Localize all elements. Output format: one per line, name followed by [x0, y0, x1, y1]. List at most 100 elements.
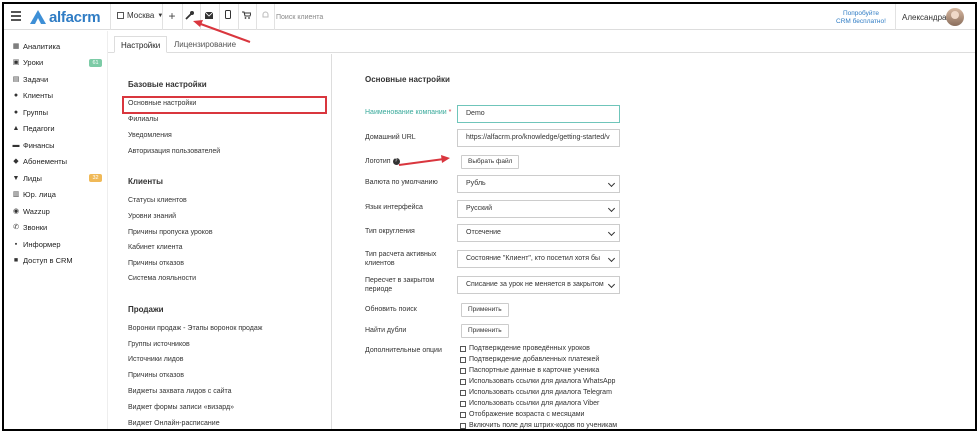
closed-period-select[interactable]: Списание за урок не меняется в закрытом	[457, 276, 620, 294]
plus-icon[interactable]: +	[166, 10, 178, 23]
cart-icon[interactable]	[240, 10, 252, 23]
phone-icon[interactable]	[222, 10, 234, 23]
option-checkbox[interactable]: Включить поле для штрих-кодов по ученика…	[460, 422, 617, 429]
option-checkbox[interactable]: Использовать ссылки для диалога Viber	[460, 400, 599, 407]
options-label: Дополнительные опции	[365, 347, 442, 354]
wrench-icon[interactable]	[184, 10, 196, 23]
menu-item[interactable]: Виджет Онлайн-расписание	[128, 420, 220, 427]
checkbox[interactable]	[460, 411, 466, 418]
sidebar-item[interactable]: ◉ Wazzup	[4, 203, 107, 220]
sidebar-item-label: Аналитика	[23, 41, 61, 51]
sidebar-item[interactable]: ▲ Педагоги	[4, 121, 107, 138]
calendar-icon: ▣	[12, 59, 20, 67]
menu-item[interactable]: Виджет формы записи «визард»	[128, 404, 234, 411]
rounding-select[interactable]: Отсечение	[457, 224, 620, 242]
option-label: Использовать ссылки для диалога Telegram	[469, 389, 612, 396]
checkbox[interactable]	[460, 400, 466, 407]
menu-burger-icon[interactable]	[11, 11, 21, 21]
menu-item[interactable]: Уведомления	[128, 132, 172, 139]
menu-item[interactable]: Кабинет клиента	[128, 244, 182, 251]
active-clients-select[interactable]: Состояние "Клиент", кто посетил хотя бы	[457, 250, 620, 268]
tag-icon: ◆	[13, 158, 19, 166]
trial-link[interactable]: Попробуйте CRM бесплатно!	[830, 10, 892, 25]
sidebar-item[interactable]: ■ Доступ в CRM	[4, 253, 107, 270]
sidebar-item[interactable]: ▦ Аналитика	[4, 38, 107, 55]
sidebar-item[interactable]: ● Группы	[4, 104, 107, 121]
menu-item[interactable]: Виджеты захвата лидов с сайта	[128, 388, 232, 395]
apply-search-button[interactable]: Применить	[461, 303, 509, 317]
section-title: Продажи	[128, 305, 164, 314]
sidebar-item[interactable]: ● Клиенты	[4, 88, 107, 105]
option-checkbox[interactable]: Паспортные данные в карточке ученика	[460, 367, 599, 374]
sidebar-item-label: Доступ в CRM	[23, 256, 73, 266]
sidebar-item[interactable]: ◆ Абонементы	[4, 154, 107, 171]
checkbox[interactable]	[460, 378, 466, 385]
checkbox[interactable]	[460, 356, 466, 363]
divider	[200, 4, 201, 30]
tab-settings[interactable]: Настройки	[114, 36, 168, 53]
tab-licensing[interactable]: Лицензирование	[168, 36, 242, 53]
search-input[interactable]: Поиск клиента	[276, 10, 496, 24]
checkbox[interactable]	[460, 422, 466, 429]
option-checkbox[interactable]: Использовать ссылки для диалога WhatsApp	[460, 378, 615, 385]
menu-item[interactable]: Авторизация пользователей	[128, 148, 220, 155]
sidebar-item-label: Уроки	[23, 58, 44, 68]
money-icon: ▬	[12, 141, 20, 149]
menu-item[interactable]: Воронки продаж - Этапы воронок продаж	[128, 325, 262, 332]
divider	[219, 4, 220, 30]
checkbox[interactable]	[460, 367, 466, 374]
find-duplicates-label: Найти дубли	[365, 327, 407, 334]
bell-icon[interactable]	[259, 10, 271, 23]
checkbox[interactable]	[460, 345, 466, 352]
sidebar-item[interactable]: ✆ Звонки	[4, 220, 107, 237]
divider	[895, 4, 896, 30]
menu-item[interactable]: Уровни знаний	[128, 213, 176, 220]
sidebar-item[interactable]: ▬ Финансы	[4, 137, 107, 154]
menu-item[interactable]: Статусы клиентов	[128, 197, 187, 204]
city-selector[interactable]: Москва ▼	[117, 11, 163, 20]
sidebar-item[interactable]: ▤ Задачи	[4, 71, 107, 88]
menu-item[interactable]: Причины пропуска уроков	[128, 229, 213, 236]
sidebar-item[interactable]: ▣ Уроки 61	[4, 55, 107, 72]
currency-select[interactable]: Рубль	[457, 175, 620, 193]
graduation-icon: ▲	[12, 125, 20, 133]
menu-item[interactable]: Основные настройки	[128, 100, 196, 107]
sidebar-item-label: Абонементы	[23, 157, 68, 167]
form-title: Основные настройки	[365, 75, 450, 84]
option-checkbox[interactable]: Использовать ссылки для диалога Telegram	[460, 389, 612, 396]
choose-file-button[interactable]: Выбрать файл	[461, 155, 520, 169]
sidebar-item[interactable]: ▥ Юр. лица	[4, 187, 107, 204]
menu-item[interactable]: Причины отказов	[128, 372, 184, 379]
menu-item[interactable]: Система лояльности	[128, 275, 196, 282]
language-select[interactable]: Русский	[457, 200, 620, 218]
option-label: Подтверждение добавленных платежей	[469, 356, 600, 363]
help-icon[interactable]: ?	[392, 157, 400, 165]
menu-item[interactable]: Группы источников	[128, 341, 190, 348]
sidebar-item[interactable]: ▪ Информер	[4, 236, 107, 253]
company-label: Наименование компании *	[365, 108, 455, 117]
option-checkbox[interactable]: Отображение возраста с месяцами	[460, 411, 584, 418]
sidebar-item[interactable]: ▼ Лиды 32	[4, 170, 107, 187]
home-url-input[interactable]: https://alfacrm.pro/knowledge/getting-st…	[457, 129, 620, 147]
menu-item[interactable]: Источники лидов	[128, 356, 183, 363]
section-title: Базовые настройки	[128, 80, 207, 89]
avatar[interactable]	[946, 8, 964, 26]
logo-mark-icon	[30, 10, 46, 24]
menu-item[interactable]: Филиалы	[128, 116, 158, 123]
option-checkbox[interactable]: Подтверждение добавленных платежей	[460, 356, 599, 363]
user-name[interactable]: Александра	[902, 13, 946, 22]
chevron-down-icon	[607, 254, 616, 263]
menu-item[interactable]: Причины отказов	[128, 260, 184, 267]
language-value: Русский	[466, 205, 492, 212]
company-name-input[interactable]: Demo	[457, 105, 620, 123]
logo-text: alfacrm	[49, 8, 101, 26]
logo[interactable]: alfacrm	[30, 8, 101, 26]
option-checkbox[interactable]: Подтверждение проведённых уроков	[460, 345, 590, 352]
rounding-value: Отсечение	[466, 229, 501, 236]
mail-icon[interactable]	[203, 10, 215, 23]
divider	[238, 4, 239, 30]
checkbox[interactable]	[460, 389, 466, 396]
logo-label: Логотип?	[365, 157, 455, 166]
tab-bar: Настройки Лицензирование	[108, 31, 975, 53]
apply-duplicates-button[interactable]: Применить	[461, 324, 509, 338]
